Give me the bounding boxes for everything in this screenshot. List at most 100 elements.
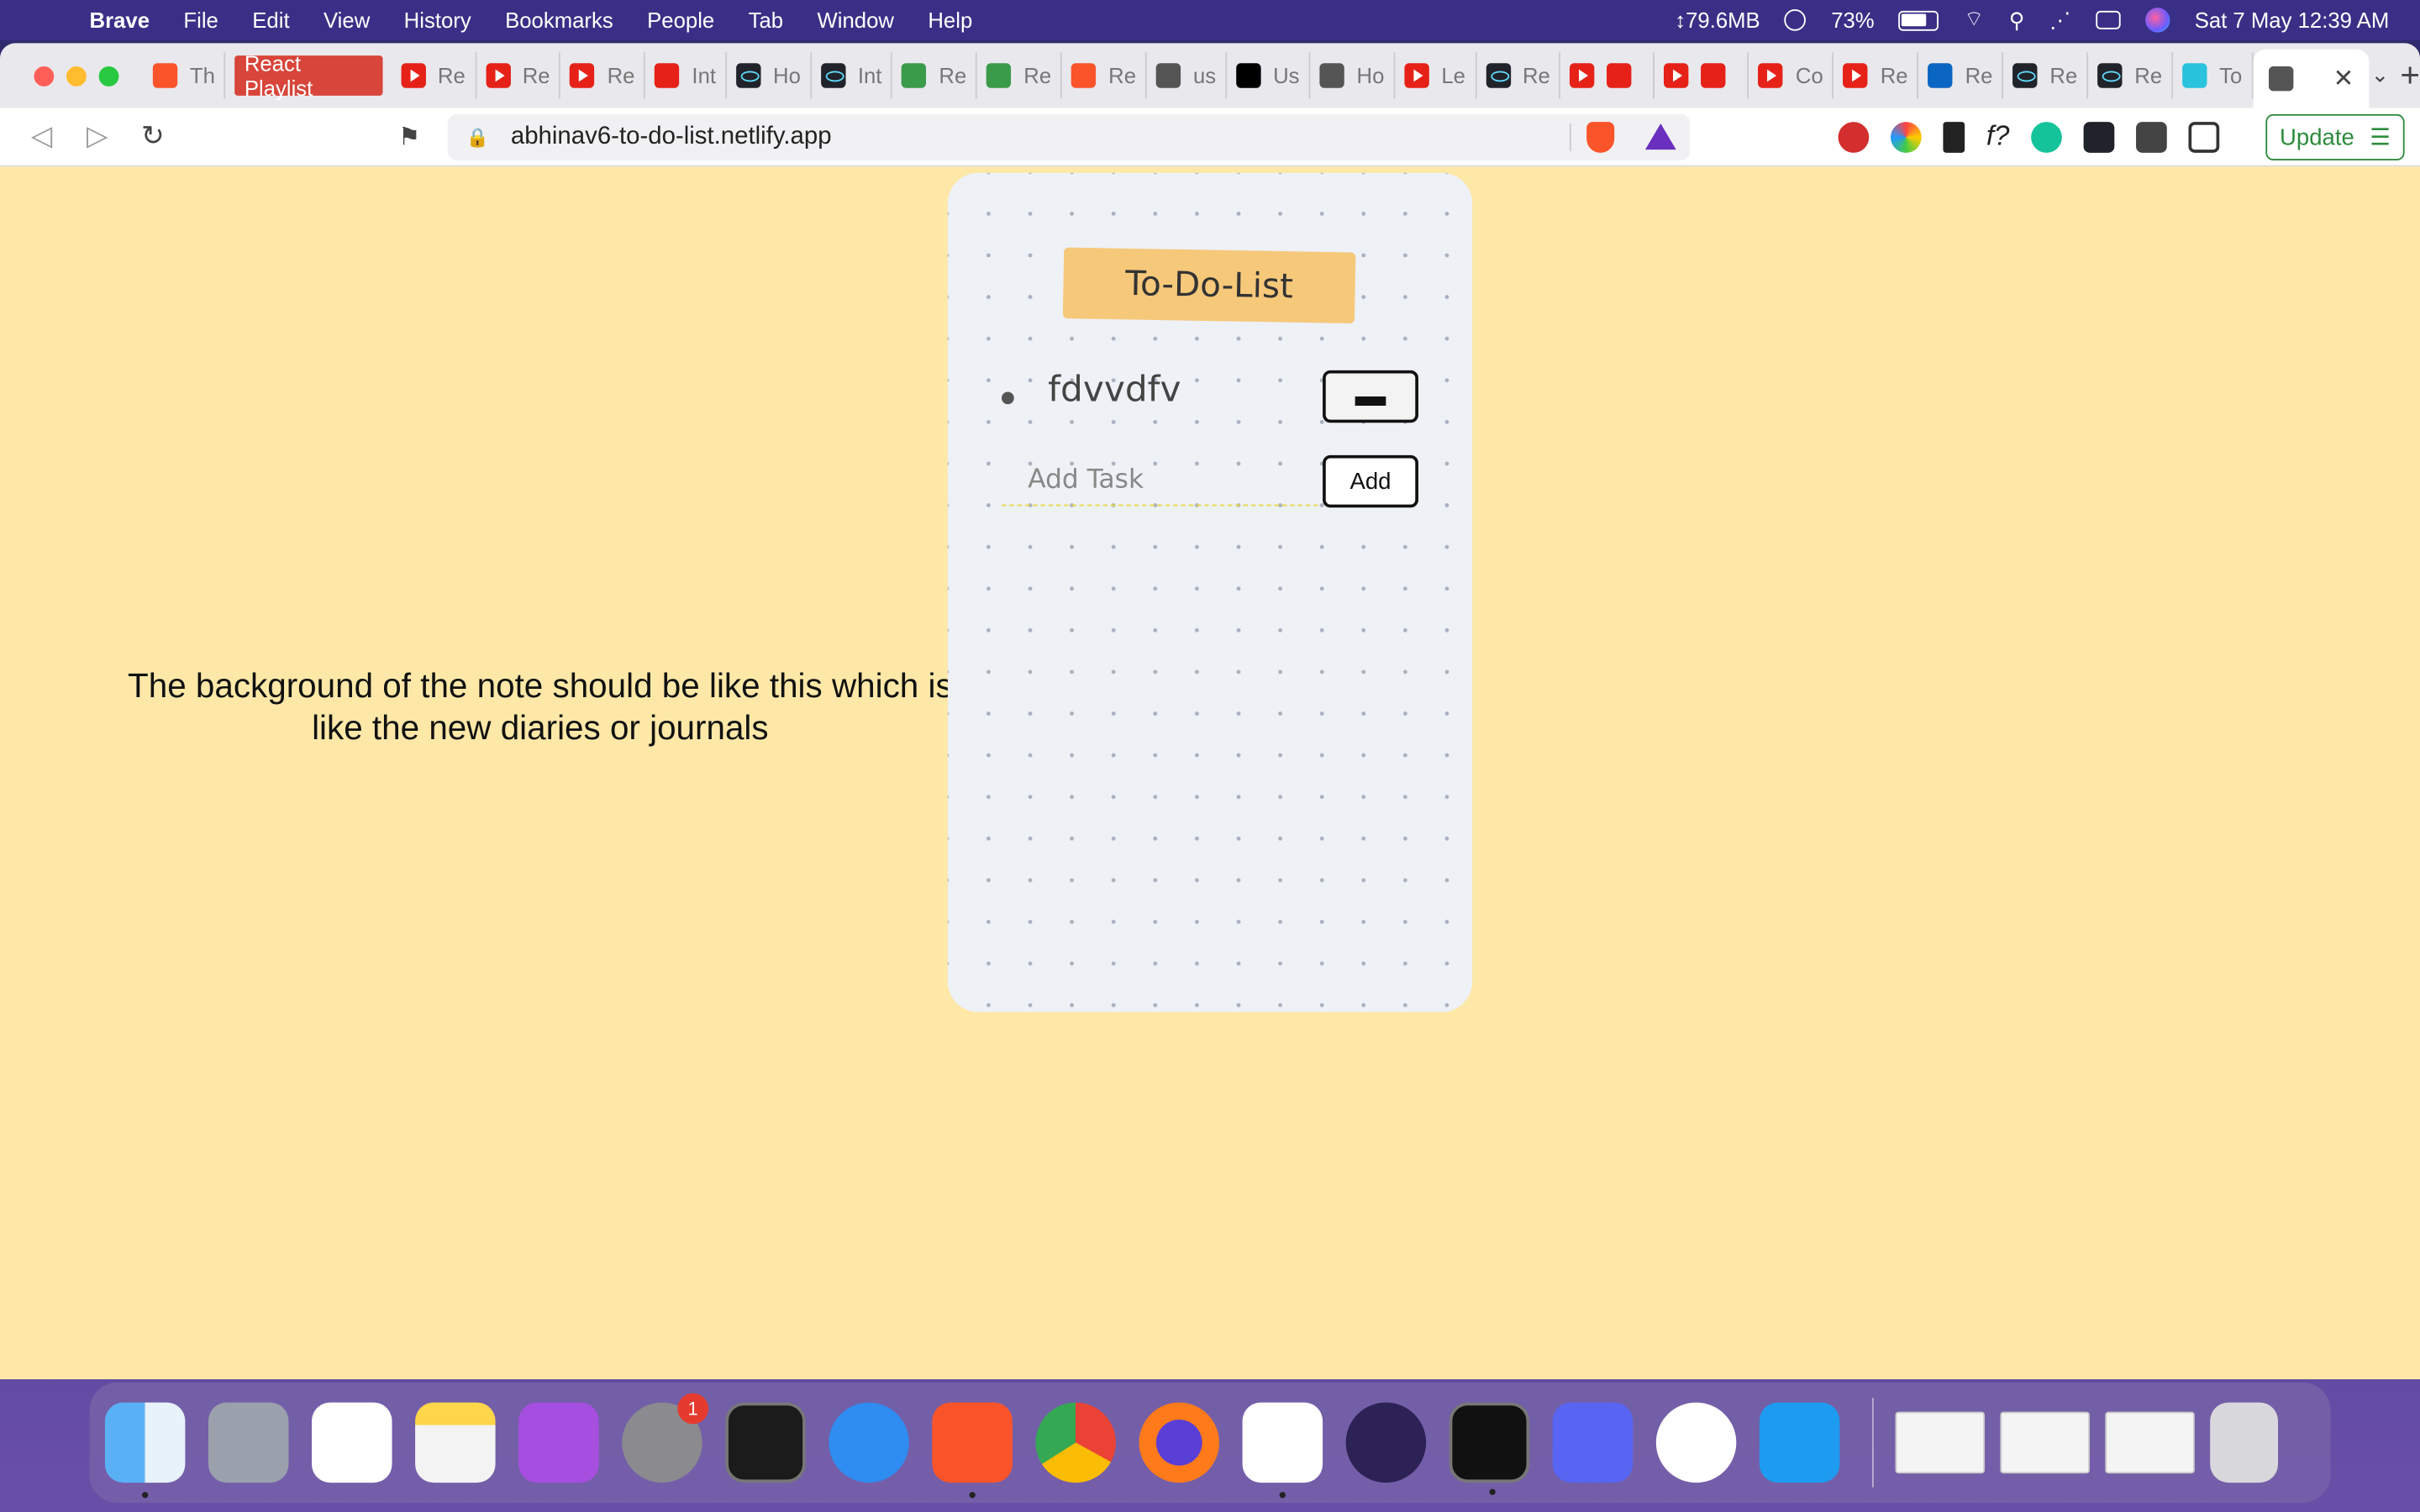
- tab[interactable]: Re: [476, 52, 561, 99]
- menu-app-brave[interactable]: Brave: [90, 8, 150, 32]
- tab[interactable]: us: [1147, 52, 1228, 99]
- add-task-button[interactable]: Add: [1323, 454, 1418, 508]
- react-icon: [1485, 63, 1511, 88]
- forward-icon[interactable]: ▷: [83, 120, 111, 153]
- reload-icon[interactable]: ↻: [139, 120, 166, 153]
- new-tab-button[interactable]: +: [2400, 55, 2420, 96]
- discord-icon[interactable]: [1552, 1402, 1634, 1483]
- tab-label: Re: [1023, 63, 1052, 88]
- system-preferences-icon[interactable]: 1: [622, 1393, 709, 1483]
- battery-icon[interactable]: [1899, 9, 1939, 30]
- grammarly-extension-icon[interactable]: [2031, 121, 2062, 152]
- instagram-icon[interactable]: [1655, 1402, 1737, 1483]
- safari-icon[interactable]: [829, 1402, 909, 1483]
- tab-label: Co: [1795, 63, 1823, 88]
- datetime[interactable]: Sat 7 May 12:39 AM: [2195, 8, 2390, 32]
- notes-icon[interactable]: [415, 1402, 496, 1483]
- tab[interactable]: Le: [1395, 52, 1476, 99]
- terminal-icon[interactable]: [1449, 1402, 1530, 1495]
- puzzle-extensions-icon[interactable]: [2136, 121, 2167, 152]
- tab[interactable]: [1655, 52, 1749, 99]
- reminders-icon[interactable]: [312, 1402, 392, 1483]
- menu-window[interactable]: Window: [817, 8, 893, 32]
- tab[interactable]: Th: [144, 52, 226, 99]
- siri-icon[interactable]: [2144, 8, 2170, 33]
- podcasts-icon[interactable]: [518, 1402, 599, 1483]
- tab[interactable]: Int: [812, 52, 893, 99]
- tab[interactable]: Re: [392, 52, 476, 99]
- tab[interactable]: Int: [645, 52, 727, 99]
- tab-active[interactable]: ✕: [2253, 49, 2370, 108]
- minimized-window-thumbnail[interactable]: [1895, 1411, 1986, 1474]
- stats-extension-icon[interactable]: [1943, 121, 1965, 152]
- tab[interactable]: Re: [2088, 52, 2174, 99]
- twitter-icon[interactable]: [1759, 1402, 1840, 1483]
- menu-tab[interactable]: Tab: [749, 8, 783, 32]
- menu-file[interactable]: File: [183, 8, 218, 32]
- zoom-window-button[interactable]: [98, 66, 119, 86]
- menu-help[interactable]: Help: [928, 8, 972, 32]
- fonts-extension-icon[interactable]: f?: [1986, 120, 2010, 153]
- record-icon: [1607, 63, 1633, 88]
- play-icon[interactable]: [1785, 9, 1807, 31]
- adblock-extension-icon[interactable]: [1838, 121, 1870, 152]
- spotlight-search-icon[interactable]: ⚲: [2009, 7, 2025, 33]
- minimize-window-button[interactable]: [66, 66, 87, 86]
- memory-readout[interactable]: ↕79.6MB: [1675, 8, 1760, 32]
- add-task-input[interactable]: [1002, 454, 1318, 507]
- activity-monitor-icon[interactable]: [725, 1402, 806, 1483]
- url-text[interactable]: abhinav6-to-do-list.netlify.app: [511, 123, 832, 151]
- eclipse-icon[interactable]: [1345, 1402, 1427, 1483]
- tab[interactable]: Re: [977, 52, 1063, 99]
- react-devtools-icon[interactable]: [2083, 121, 2115, 152]
- close-tab-icon[interactable]: ✕: [2333, 63, 2354, 94]
- medium-icon: [1236, 63, 1261, 88]
- tab[interactable]: Co: [1749, 52, 1834, 99]
- firefox-icon[interactable]: [1139, 1402, 1220, 1483]
- menu-history[interactable]: History: [404, 8, 471, 32]
- tab[interactable]: Re: [1834, 52, 1919, 99]
- vscode-icon[interactable]: [1242, 1402, 1323, 1499]
- chrome-icon[interactable]: [1035, 1402, 1116, 1483]
- tab[interactable]: Re: [1918, 52, 2004, 99]
- tab[interactable]: Ho: [1310, 52, 1396, 99]
- finder-icon[interactable]: [104, 1402, 186, 1499]
- keyboard-icon[interactable]: ⋰: [2049, 7, 2071, 33]
- tab[interactable]: Re: [2003, 52, 2089, 99]
- remove-task-button[interactable]: ▬: [1323, 370, 1418, 423]
- tab[interactable]: Re: [892, 52, 978, 99]
- brave-rewards-icon[interactable]: [1644, 123, 1676, 150]
- bookmark-react-playlist[interactable]: React Playlist: [234, 51, 382, 100]
- annotation-text: The background of the note should be lik…: [128, 666, 953, 747]
- address-bar[interactable]: 🔒 abhinav6-to-do-list.netlify.app: [447, 113, 1691, 161]
- update-button[interactable]: Update ☰: [2265, 113, 2405, 161]
- tab[interactable]: Ho: [727, 52, 812, 99]
- tab[interactable]: Re: [1476, 52, 1561, 99]
- tab[interactable]: Us: [1227, 52, 1311, 99]
- wifi-icon[interactable]: ⌔: [1964, 6, 1984, 34]
- lock-icon[interactable]: 🔒: [466, 127, 489, 149]
- menu-view[interactable]: View: [324, 8, 370, 32]
- bookmark-icon[interactable]: ⚑: [398, 121, 420, 152]
- control-center-icon[interactable]: [2096, 10, 2121, 29]
- menu-bookmarks[interactable]: Bookmarks: [505, 8, 613, 32]
- menu-people[interactable]: People: [647, 8, 714, 32]
- trash-icon[interactable]: [2210, 1402, 2279, 1483]
- brave-shields-icon[interactable]: [1586, 122, 1615, 153]
- tab-search-chevron-icon[interactable]: ⌄: [2371, 61, 2390, 87]
- tab-label: Us: [1273, 63, 1300, 88]
- back-icon[interactable]: ◁: [28, 120, 55, 153]
- wallet-icon[interactable]: [2188, 121, 2220, 152]
- tab[interactable]: Re: [1062, 52, 1147, 99]
- tab[interactable]: Re: [560, 52, 646, 99]
- launchpad-icon[interactable]: [208, 1402, 289, 1483]
- globe-icon: [1155, 63, 1181, 88]
- brave-icon[interactable]: [932, 1402, 1013, 1499]
- menu-edit[interactable]: Edit: [252, 8, 289, 32]
- close-window-button[interactable]: [34, 66, 55, 86]
- color-picker-extension-icon[interactable]: [1890, 121, 1922, 152]
- minimized-window-thumbnail[interactable]: [2105, 1411, 2195, 1474]
- tab[interactable]: To: [2173, 52, 2254, 99]
- tab[interactable]: [1561, 52, 1655, 99]
- minimized-window-thumbnail[interactable]: [2000, 1411, 2090, 1474]
